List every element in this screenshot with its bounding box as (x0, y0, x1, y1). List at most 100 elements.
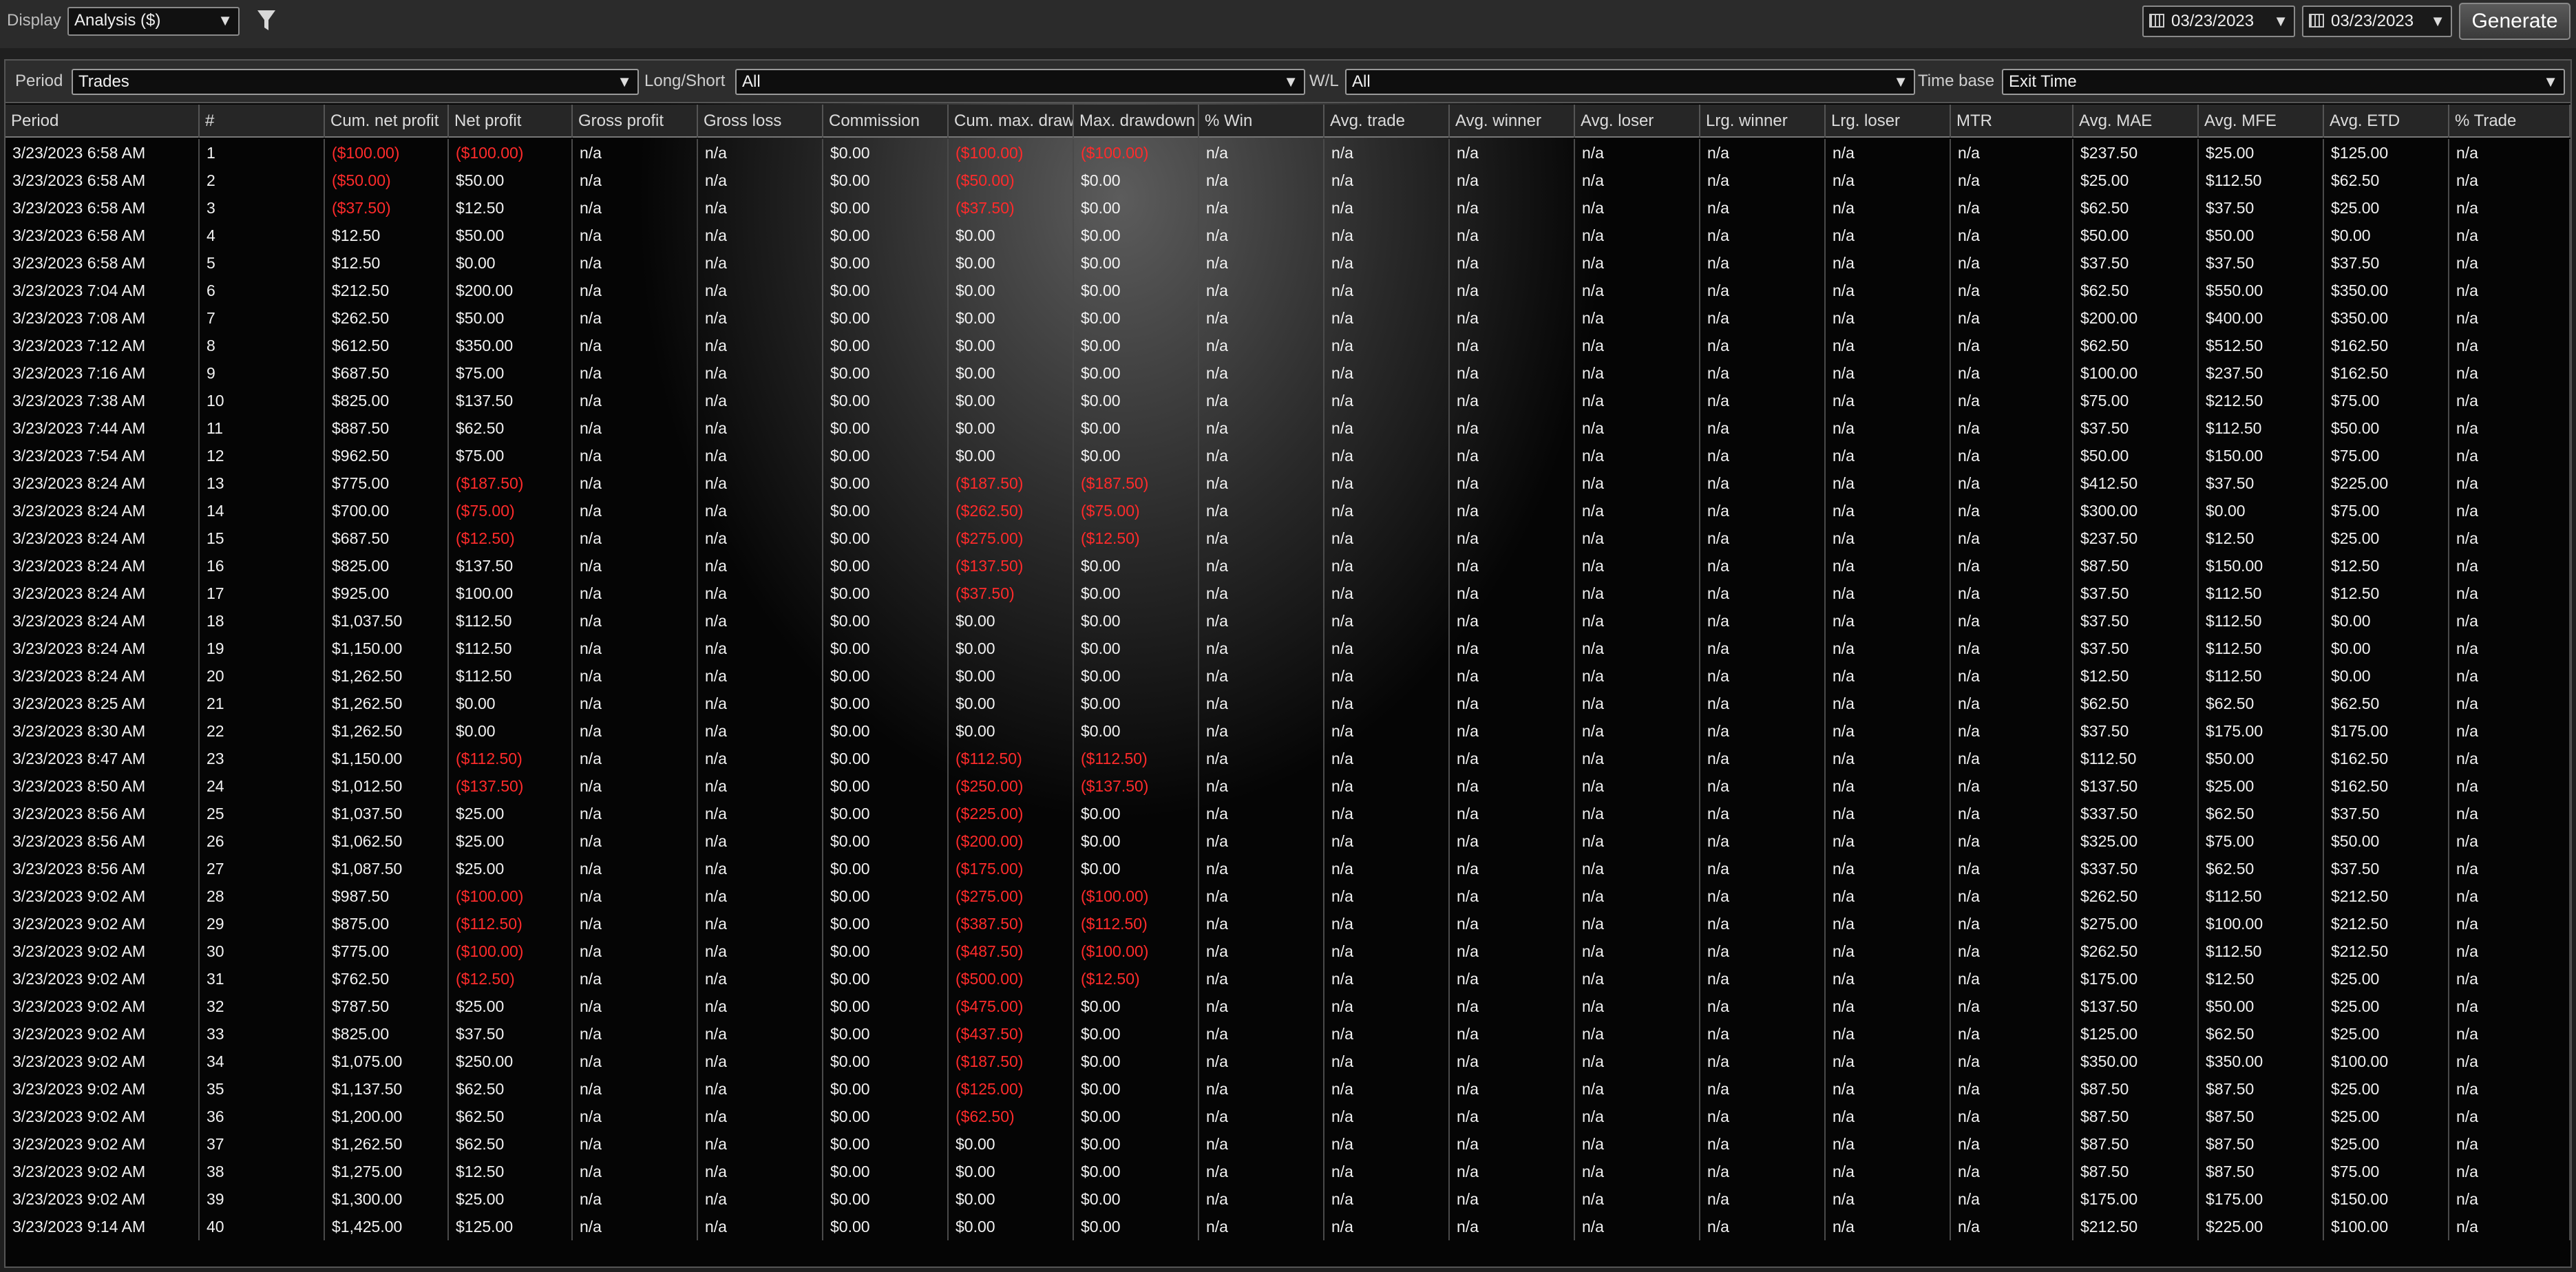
column-header-gross-profit[interactable]: Gross profit (573, 105, 698, 138)
column-header-number[interactable]: # (200, 105, 325, 138)
table-row[interactable]: 3/23/2023 8:24 AM 16 $825.00 $137.50 n/a n/a $… (6, 552, 2570, 580)
table-row[interactable]: 3/23/2023 9:02 AM 36 $1,200.00 $62.50 n/a n/a… (6, 1103, 2570, 1130)
table-row[interactable]: 3/23/2023 8:30 AM 22 $1,262.50 $0.00 n/a n/a $… (6, 717, 2570, 745)
filter-icon[interactable] (256, 8, 277, 33)
table-row[interactable]: 3/23/2023 8:24 AM 14 $700.00 ($75.00) n/a n/a… (6, 497, 2570, 524)
column-header-lrg-loser[interactable]: Lrg. loser (1826, 105, 1951, 138)
table-row[interactable]: 3/23/2023 9:02 AM 30 $775.00 ($100.00) n/a n/… (6, 937, 2570, 965)
table-row[interactable]: 3/23/2023 9:02 AM 31 $762.50 ($12.50) n/a n/a… (6, 965, 2570, 993)
column-header-period[interactable]: Period (6, 105, 200, 138)
cell-mtr: n/a (1951, 662, 2073, 690)
column-header-max-drawdown[interactable]: Max. drawdown (1074, 105, 1199, 138)
long-short-select[interactable]: All ▼ (735, 69, 1305, 95)
column-header-trade[interactable]: % Trade (2449, 105, 2570, 138)
table-row[interactable]: 3/23/2023 8:47 AM 23 $1,150.00 ($112.50) n/a… (6, 745, 2570, 772)
table-row[interactable]: 3/23/2023 8:24 AM 20 $1,262.50 $112.50 n/a n/… (6, 662, 2570, 690)
cell-max-drawdown: $0.00 (1074, 304, 1199, 332)
column-header-lrg-winner[interactable]: Lrg. winner (1700, 105, 1826, 138)
table-row[interactable]: 3/23/2023 9:02 AM 28 $987.50 ($100.00) n/a n/… (6, 882, 2570, 910)
table-row[interactable]: 3/23/2023 8:24 AM 13 $775.00 ($187.50) n/a n/… (6, 469, 2570, 497)
table-row[interactable]: 3/23/2023 8:56 AM 25 $1,037.50 $25.00 n/a n/a… (6, 800, 2570, 827)
date-from-picker[interactable]: 03/23/2023 ▼ (2142, 6, 2295, 37)
column-header-avg-etd[interactable]: Avg. ETD (2324, 105, 2449, 138)
cell-avg-etd: $25.00 (2324, 993, 2449, 1020)
column-header-cum-net-profit[interactable]: Cum. net profit (325, 105, 449, 138)
table-row[interactable]: 3/23/2023 8:25 AM 21 $1,262.50 $0.00 n/a n/a $… (6, 690, 2570, 717)
table-row[interactable]: 3/23/2023 8:56 AM 27 $1,087.50 $25.00 n/a n/a… (6, 855, 2570, 882)
cell-max-drawdown: $0.00 (1074, 662, 1199, 690)
column-header-gross-loss[interactable]: Gross loss (698, 105, 823, 138)
table-row[interactable]: 3/23/2023 8:56 AM 26 $1,062.50 $25.00 n/a n/a… (6, 827, 2570, 855)
time-base-select[interactable]: Exit Time ▼ (2002, 69, 2565, 95)
cell-gross-loss: n/a (698, 277, 823, 304)
table-row[interactable]: 3/23/2023 9:02 AM 37 $1,262.50 $62.50 n/a n/a… (6, 1130, 2570, 1158)
table-row[interactable]: 3/23/2023 8:24 AM 15 $687.50 ($12.50) n/a n/a… (6, 524, 2570, 552)
table-row[interactable]: 3/23/2023 6:58 AM 2 ($50.00) $50.00 n/a n/a $0… (6, 167, 2570, 194)
date-to-picker[interactable]: 03/23/2023 ▼ (2302, 6, 2452, 37)
cell-max-drawdown: $0.00 (1074, 827, 1199, 855)
table-row[interactable]: 3/23/2023 9:02 AM 32 $787.50 $25.00 n/a n/a $0… (6, 993, 2570, 1020)
cell-lrg-winner: n/a (1700, 167, 1826, 194)
table-row[interactable]: 3/23/2023 9:14 AM 40 $1,425.00 $125.00 n/a n/… (6, 1213, 2570, 1240)
column-header-avg-mae[interactable]: Avg. MAE (2073, 105, 2199, 138)
table-row[interactable]: 3/23/2023 8:50 AM 24 $1,012.50 ($137.50) n/a… (6, 772, 2570, 800)
table-row[interactable]: 3/23/2023 7:16 AM 9 $687.50 $75.00 n/a n/a $0.… (6, 359, 2570, 387)
cell-period: 3/23/2023 9:02 AM (6, 937, 200, 965)
table-row[interactable]: 3/23/2023 7:12 AM 8 $612.50 $350.00 n/a n/a $0… (6, 332, 2570, 359)
table-row[interactable]: 3/23/2023 8:24 AM 19 $1,150.00 $112.50 n/a n/… (6, 635, 2570, 662)
table-row[interactable]: 3/23/2023 7:08 AM 7 $262.50 $50.00 n/a n/a $0.… (6, 304, 2570, 332)
cell-cum-max-drawdown: ($62.50) (949, 1103, 1074, 1130)
table-row[interactable]: 3/23/2023 9:02 AM 39 $1,300.00 $25.00 n/a n/a… (6, 1185, 2570, 1213)
table-row[interactable]: 3/23/2023 6:58 AM 3 ($37.50) $12.50 n/a n/a $0… (6, 194, 2570, 222)
table-row[interactable]: 3/23/2023 7:54 AM 12 $962.50 $75.00 n/a n/a $0… (6, 442, 2570, 469)
table-row[interactable]: 3/23/2023 9:02 AM 29 $875.00 ($112.50) n/a n/… (6, 910, 2570, 937)
column-header-avg-loser[interactable]: Avg. loser (1575, 105, 1700, 138)
cell-avg-loser: n/a (1575, 993, 1700, 1020)
column-header-commission[interactable]: Commission (823, 105, 949, 138)
column-header-net-profit[interactable]: Net profit (449, 105, 573, 138)
cell-avg-loser: n/a (1575, 552, 1700, 580)
table-row[interactable]: 3/23/2023 8:24 AM 18 $1,037.50 $112.50 n/a n/… (6, 607, 2570, 635)
column-header-avg-mfe[interactable]: Avg. MFE (2199, 105, 2324, 138)
table-row[interactable]: 3/23/2023 7:38 AM 10 $825.00 $137.50 n/a n/a $… (6, 387, 2570, 414)
wl-select[interactable]: All ▼ (1345, 69, 1915, 95)
period-select-value: Trades (78, 72, 129, 91)
table-row[interactable]: 3/23/2023 9:02 AM 33 $825.00 $37.50 n/a n/a $0… (6, 1020, 2570, 1048)
cell-avg-winner: n/a (1450, 635, 1575, 662)
cell-avg-loser: n/a (1575, 772, 1700, 800)
cell-avg-mfe: $37.50 (2199, 469, 2324, 497)
cell-avg-mae: $37.50 (2073, 635, 2199, 662)
cell-period: 3/23/2023 9:14 AM (6, 1213, 200, 1240)
cell-number: 14 (200, 497, 325, 524)
cell-max-drawdown: $0.00 (1074, 194, 1199, 222)
column-header-mtr[interactable]: MTR (1951, 105, 2073, 138)
display-select[interactable]: Analysis ($) ▼ (67, 7, 240, 36)
cell-max-drawdown: $0.00 (1074, 387, 1199, 414)
cell-avg-loser: n/a (1575, 937, 1700, 965)
cell-avg-etd: $350.00 (2324, 304, 2449, 332)
column-header-avg-trade[interactable]: Avg. trade (1324, 105, 1450, 138)
table-row[interactable]: 3/23/2023 9:02 AM 34 $1,075.00 $250.00 n/a n/… (6, 1048, 2570, 1075)
table-row[interactable]: 3/23/2023 8:24 AM 17 $925.00 $100.00 n/a n/a $… (6, 580, 2570, 607)
table-row[interactable]: 3/23/2023 6:58 AM 5 $12.50 $0.00 n/a n/a $0.00… (6, 249, 2570, 277)
cell-lrg-loser: n/a (1826, 359, 1951, 387)
cell-avg-loser: n/a (1575, 1213, 1700, 1240)
table-row[interactable]: 3/23/2023 6:58 AM 4 $12.50 $50.00 n/a n/a $0.0… (6, 222, 2570, 249)
table-row[interactable]: 3/23/2023 9:02 AM 38 $1,275.00 $12.50 n/a n/a… (6, 1158, 2570, 1185)
generate-button[interactable]: Generate (2459, 3, 2570, 40)
table-row[interactable]: 3/23/2023 9:02 AM 35 $1,137.50 $62.50 n/a n/a… (6, 1075, 2570, 1103)
cell-win: n/a (1199, 222, 1324, 249)
column-header-cum-max-drawdown[interactable]: Cum. max. drawdown (949, 105, 1074, 138)
table-row[interactable]: 3/23/2023 7:04 AM 6 $212.50 $200.00 n/a n/a $0… (6, 277, 2570, 304)
column-header-win[interactable]: % Win (1199, 105, 1324, 138)
cell-max-drawdown: $0.00 (1074, 1130, 1199, 1158)
cell-win: n/a (1199, 1158, 1324, 1185)
cell-avg-winner: n/a (1450, 772, 1575, 800)
period-select[interactable]: Trades ▼ (72, 69, 639, 95)
cell-lrg-winner: n/a (1700, 635, 1826, 662)
cell-gross-loss: n/a (698, 1020, 823, 1048)
cell-avg-loser: n/a (1575, 607, 1700, 635)
table-row[interactable]: 3/23/2023 6:58 AM 1 ($100.00) ($100.00) n/a n… (6, 139, 2570, 167)
table-row[interactable]: 3/23/2023 7:44 AM 11 $887.50 $62.50 n/a n/a $0… (6, 414, 2570, 442)
column-header-avg-winner[interactable]: Avg. winner (1450, 105, 1575, 138)
